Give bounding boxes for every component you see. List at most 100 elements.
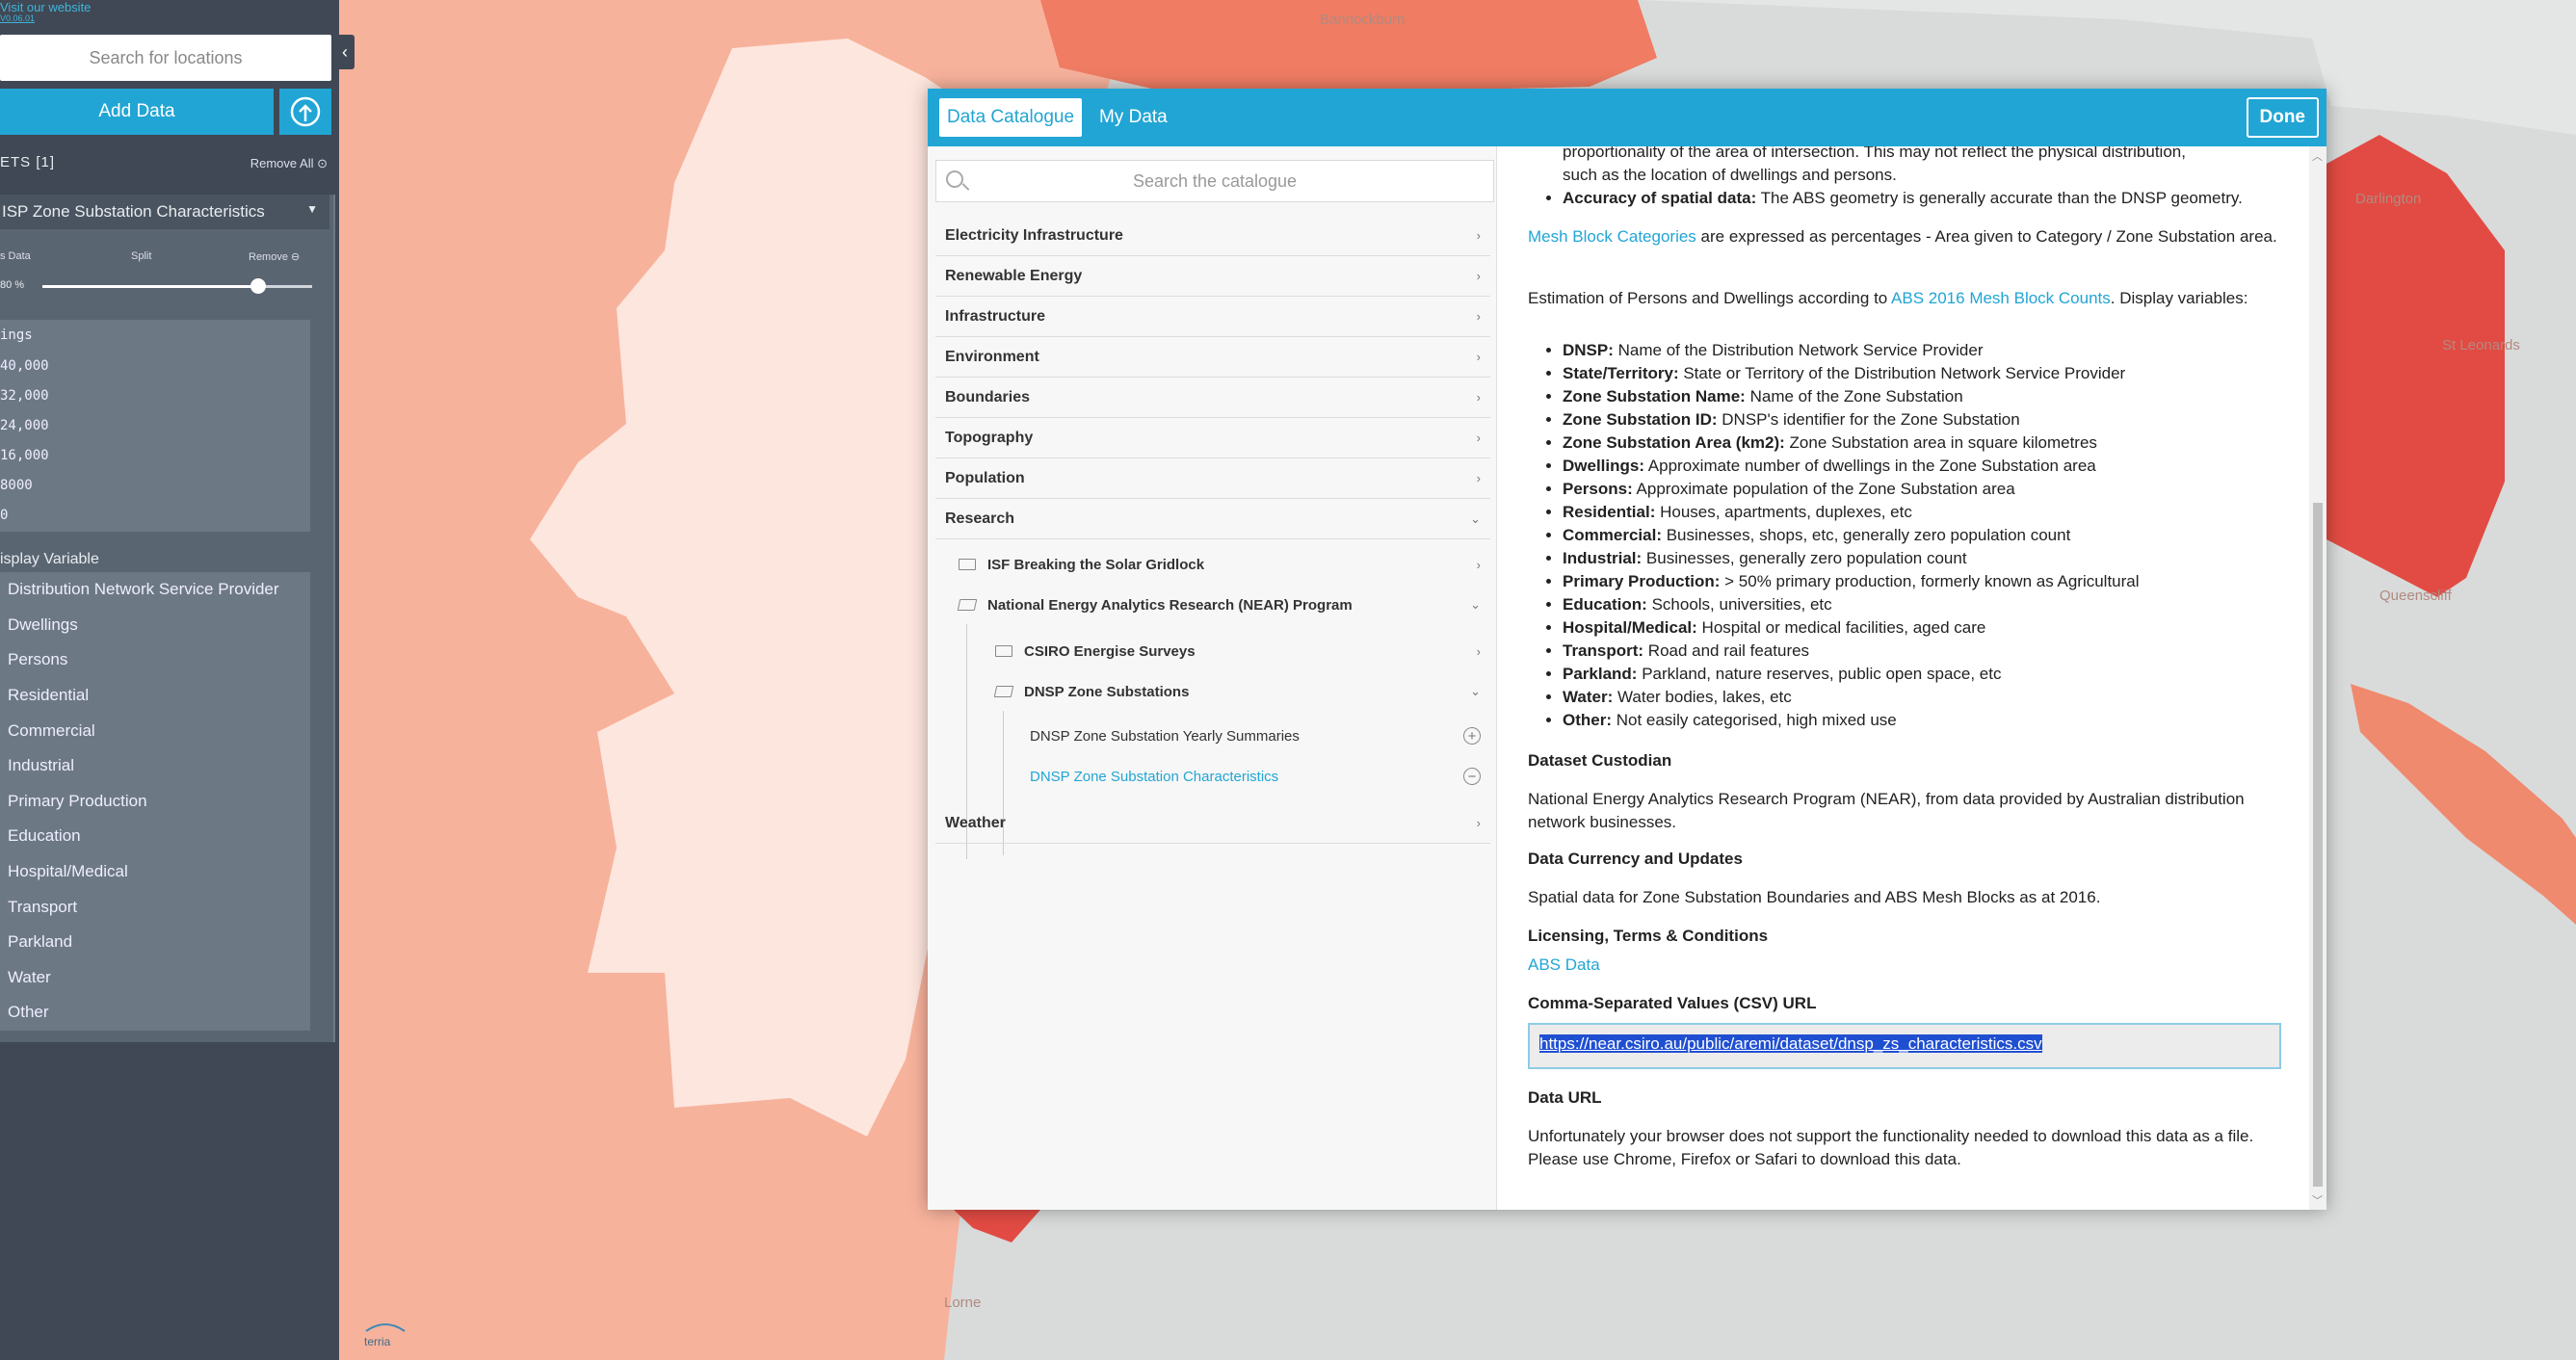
variable-option[interactable]: Distribution Network Service Provider — [0, 572, 310, 608]
variable-description: Primary Production: > 50% primary produc… — [1563, 570, 2287, 593]
done-button[interactable]: Done — [2246, 97, 2319, 138]
variable-option[interactable]: Primary Production — [0, 784, 310, 820]
variable-option[interactable]: Hospital/Medical — [0, 854, 310, 890]
mesh-block-link[interactable]: Mesh Block Categories — [1528, 227, 1696, 246]
catalogue-item[interactable]: DNSP Zone Substation Yearly Summaries + — [1030, 717, 1490, 755]
chevron-right-icon: › — [1476, 816, 1481, 830]
chevron-right-icon: › — [1476, 390, 1481, 405]
map-label: St Leonards — [2442, 337, 2520, 353]
variable-option[interactable]: Residential — [0, 678, 310, 714]
caret-down-icon[interactable]: ▼ — [306, 202, 318, 216]
map-label: Bannockburn — [1320, 12, 1406, 28]
catalogue-group[interactable]: Renewable Energy › — [935, 256, 1490, 297]
variable-option[interactable]: Education — [0, 819, 310, 854]
display-variable-title: isplay Variable — [0, 551, 99, 567]
catalogue-group[interactable]: Topography › — [935, 418, 1490, 458]
csv-url-field[interactable]: https://near.csiro.au/public/aremi/datas… — [1528, 1023, 2281, 1069]
catalogue-item-selected[interactable]: DNSP Zone Substation Characteristics − — [1030, 757, 1490, 796]
variable-description: Persons: Approximate population of the Z… — [1563, 478, 2287, 501]
variable-description: Parkland: Parkland, nature reserves, pub… — [1563, 663, 2287, 686]
chevron-left-icon: ‹ — [342, 41, 348, 62]
version-link[interactable]: V0.06.01 — [0, 13, 35, 23]
catalogue-search-input[interactable]: Search the catalogue — [935, 160, 1494, 202]
terria-logo: terria — [364, 1321, 407, 1348]
catalogue-group[interactable]: Electricity Infrastructure › — [935, 216, 1490, 256]
remove-all-button[interactable]: Remove All ⊙ — [250, 156, 328, 171]
description-item: Accuracy of spatial data: The ABS geomet… — [1563, 187, 2287, 210]
details-scrollbar[interactable]: ︿ ﹀ — [2309, 146, 2326, 1210]
remove-layer-button[interactable]: Remove ⊖ — [249, 250, 300, 263]
datasets-label: ETS [1] — [0, 154, 56, 170]
scroll-up-icon[interactable]: ︿ — [2312, 148, 2323, 164]
scroll-down-icon[interactable]: ﹀ — [2312, 1192, 2323, 1208]
catalogue-group[interactable]: Environment › — [935, 337, 1490, 378]
dataset-details: proportionality of the area of intersect… — [1528, 146, 2287, 1210]
variable-description: Transport: Road and rail features — [1563, 640, 2287, 663]
modal-header: Data Catalogue My Data Done — [928, 89, 2326, 146]
chevron-right-icon: › — [1476, 350, 1481, 364]
variables-list: DNSP: Name of the Distribution Network S… — [1528, 339, 2287, 732]
variable-option[interactable]: Persons — [0, 642, 310, 678]
map-label: Queenscliff — [2379, 588, 2452, 604]
catalogue-group-research[interactable]: Research ⌄ — [935, 499, 1490, 539]
abs-counts-link[interactable]: ABS 2016 Mesh Block Counts — [1891, 289, 2111, 307]
catalogue-group[interactable]: Boundaries › — [935, 378, 1490, 418]
catalogue-group[interactable]: Weather › — [935, 803, 1490, 844]
scrollbar-thumb[interactable] — [2313, 503, 2323, 1187]
csv-heading: Comma-Separated Values (CSV) URL — [1528, 994, 1817, 1012]
opacity-slider[interactable] — [42, 278, 312, 294]
catalogue-subgroup[interactable]: National Energy Analytics Research (NEAR… — [957, 586, 1490, 624]
data-catalogue-modal: Data Catalogue My Data Done Search the c… — [928, 89, 2326, 1210]
brand-link[interactable]: Visit our website — [0, 0, 91, 14]
legend-value: 32,000 — [0, 388, 49, 404]
opacity-slider-handle[interactable] — [250, 278, 266, 294]
upload-icon — [290, 96, 321, 127]
opacity-slider-fill — [42, 285, 258, 288]
catalogue-subgroup[interactable]: DNSP Zone Substations ⌄ — [993, 672, 1490, 711]
catalogue-group[interactable]: Infrastructure › — [935, 297, 1490, 337]
location-search-input[interactable]: Search for locations — [0, 35, 331, 81]
legend-value: 0 — [0, 508, 9, 523]
chevron-right-icon: › — [1476, 228, 1481, 243]
add-data-button[interactable]: Add Data — [0, 89, 274, 135]
description-text: Mesh Block Categories are expressed as p… — [1528, 227, 2277, 246]
variable-description: Residential: Houses, apartments, duplexe… — [1563, 501, 2287, 524]
variable-description: Zone Substation ID: DNSP's identifier fo… — [1563, 408, 2287, 432]
catalogue-subgroup[interactable]: ISF Breaking the Solar Gridlock › — [959, 545, 1490, 584]
accuracy-list: Accuracy of spatial data: The ABS geomet… — [1528, 187, 2287, 210]
upload-button[interactable] — [279, 89, 331, 135]
collapse-panel-button[interactable]: ‹ — [335, 35, 355, 69]
catalogue-group[interactable]: Population › — [935, 458, 1490, 499]
variable-description: Commercial: Businesses, shops, etc, gene… — [1563, 524, 2287, 547]
legend-value: 24,000 — [0, 418, 49, 433]
abs-data-link[interactable]: ABS Data — [1528, 955, 1600, 974]
description-text: such as the location of dwellings and pe… — [1563, 166, 1897, 184]
split-button[interactable]: Split — [131, 250, 151, 262]
variable-option[interactable]: Dwellings — [0, 608, 310, 643]
variable-option[interactable]: Water — [0, 960, 310, 996]
layer-title[interactable]: ISP Zone Substation Characteristics ▼ — [0, 195, 329, 229]
legend-value: 40,000 — [0, 358, 49, 374]
chevron-right-icon: › — [1476, 471, 1481, 485]
variable-option[interactable]: Parkland — [0, 925, 310, 960]
legend-value: 16,000 — [0, 448, 49, 463]
catalogue-tree: Search the catalogue Electricity Infrast… — [928, 146, 1497, 1210]
variable-option[interactable]: Other — [0, 995, 310, 1031]
variable-option[interactable]: Industrial — [0, 748, 310, 784]
variable-option[interactable]: Commercial — [0, 713, 310, 748]
show-data-button[interactable]: s Data — [0, 250, 31, 262]
licensing-text: ABS Data — [1528, 954, 2287, 977]
tab-data-catalogue[interactable]: Data Catalogue — [939, 98, 1083, 137]
legend: ings 40,000 32,000 24,000 16,000 8000 0 — [0, 320, 310, 532]
variable-option[interactable]: Transport — [0, 889, 310, 925]
variable-description: State/Territory: State or Territory of t… — [1563, 362, 2287, 385]
variable-description: Other: Not easily categorised, high mixe… — [1563, 709, 2287, 732]
add-icon[interactable]: + — [1463, 727, 1481, 745]
display-variable-list: Distribution Network Service Provider Dw… — [0, 572, 310, 1031]
data-url-text: Unfortunately your browser does not supp… — [1528, 1127, 2254, 1168]
description-text: proportionality of the area of intersect… — [1563, 146, 2186, 161]
tab-my-data[interactable]: My Data — [1091, 98, 1175, 137]
remove-icon[interactable]: − — [1463, 768, 1481, 785]
workbench-item: ISP Zone Substation Characteristics ▼ s D… — [0, 195, 335, 1042]
catalogue-subgroup[interactable]: CSIRO Energise Surveys › — [995, 632, 1490, 670]
